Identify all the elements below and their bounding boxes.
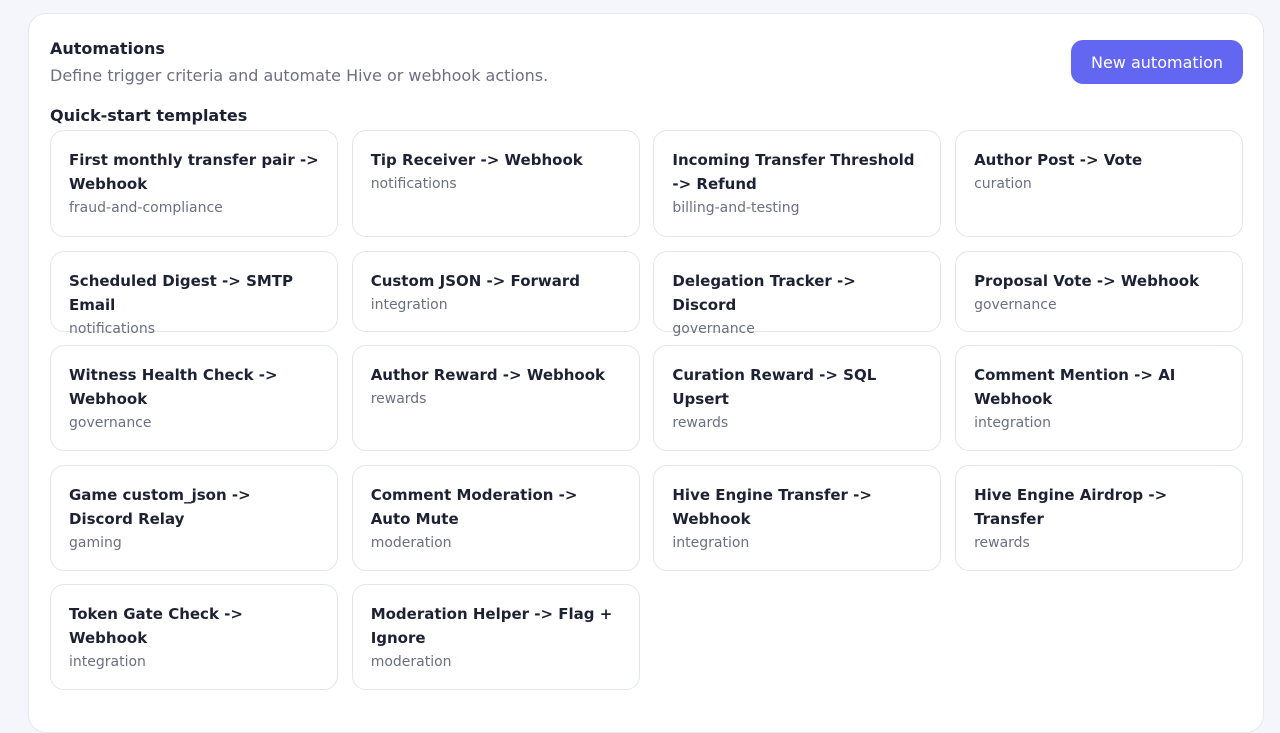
template-card-category: governance (672, 320, 755, 337)
template-card[interactable]: Delegation Tracker -> Discord governance (653, 250, 942, 337)
template-card-title: Custom JSON -> Forward (370, 271, 581, 290)
template-card-title: Comment Moderation -> Auto Mute (370, 485, 578, 528)
template-card[interactable]: Hive Engine Airdrop -> Transfer rewards (955, 464, 1244, 571)
template-card-title: Witness Health Check -> Webhook (69, 366, 278, 408)
new-automation-button[interactable]: New automation (1071, 40, 1243, 84)
template-card-category: fraud-and-compliance (69, 200, 223, 216)
template-card-title: Author Post -> Vote (974, 151, 1143, 169)
template-card-title: Hive Engine Airdrop -> Transfer (974, 485, 1168, 528)
template-card-title: Token Gate Check -> Webhook (69, 605, 243, 647)
template-card[interactable]: Token Gate Check -> Webhook integration (50, 584, 338, 690)
template-card-category: curation (974, 176, 1032, 192)
template-card-category: governance (974, 296, 1057, 313)
template-card[interactable]: First monthly transfer pair -> Webhook fr… (50, 130, 338, 237)
template-card-category: rewards (672, 415, 729, 431)
template-card[interactable]: Incoming Transfer Threshold -> Refund bil… (653, 130, 942, 237)
template-card-title: First monthly transfer pair -> Webhook (69, 151, 319, 193)
template-card-category: notifications (370, 176, 457, 192)
template-card-category: governance (69, 415, 152, 431)
templates-grid: First monthly transfer pair -> Webhook fr… (50, 130, 1244, 690)
template-card-category: integration (672, 534, 750, 551)
automations-panel: Automations Define trigger criteria and … (28, 13, 1264, 733)
template-card-title: Author Reward -> Webhook (370, 366, 606, 384)
template-card-category: integration (370, 296, 448, 313)
template-card[interactable]: Author Reward -> Webhook rewards (351, 345, 640, 451)
template-card[interactable]: Game custom_json -> Discord Relay gaming (50, 464, 338, 571)
template-card-title: Moderation Helper -> Flag + Ignore (370, 605, 613, 647)
template-card-category: integration (69, 654, 146, 670)
template-card[interactable]: Curation Reward -> SQL Upsert rewards (653, 345, 942, 451)
templates-section-title: Quick-start templates (50, 106, 248, 125)
template-card-category: moderation (370, 654, 452, 670)
template-card-title: Curation Reward -> SQL Upsert (672, 366, 877, 408)
template-card[interactable]: Witness Health Check -> Webhook governanc… (50, 345, 338, 451)
template-card-category: rewards (370, 391, 427, 407)
template-card-category: gaming (69, 534, 122, 551)
template-card-title: Hive Engine Transfer -> Webhook (672, 485, 872, 528)
template-card-category: notifications (69, 320, 156, 337)
template-card-title: Delegation Tracker -> Discord (672, 271, 856, 314)
template-card-category: billing-and-testing (672, 200, 800, 216)
template-card-category: rewards (974, 534, 1030, 551)
template-card[interactable]: Tip Receiver -> Webhook notifications (351, 130, 640, 237)
template-card-title: Proposal Vote -> Webhook (974, 271, 1200, 290)
template-card[interactable]: Scheduled Digest -> SMTP Email notificati… (50, 250, 338, 337)
template-card[interactable]: Moderation Helper -> Flag + Ignore modera… (351, 584, 640, 690)
template-card-category: moderation (370, 534, 452, 551)
template-card-title: Tip Receiver -> Webhook (370, 151, 583, 169)
template-card[interactable]: Proposal Vote -> Webhook governance (955, 250, 1244, 332)
template-card[interactable]: Comment Moderation -> Auto Mute moderatio… (351, 464, 640, 571)
page-title: Automations (50, 39, 165, 58)
template-card-title: Comment Mention -> AI Webhook (974, 366, 1176, 408)
template-card-title: Scheduled Digest -> SMTP Email (69, 271, 294, 314)
template-card-category: integration (974, 415, 1051, 431)
page-subtitle: Define trigger criteria and automate Hiv… (50, 66, 549, 85)
template-card-title: Incoming Transfer Threshold -> Refund (672, 151, 915, 193)
template-card[interactable]: Custom JSON -> Forward integration (351, 250, 640, 332)
panel-header: Automations Define trigger criteria and … (50, 39, 1243, 99)
template-card[interactable]: Hive Engine Transfer -> Webhook integrati… (653, 464, 942, 571)
template-card-title: Game custom_json -> Discord Relay (69, 485, 251, 528)
template-card[interactable]: Comment Mention -> AI Webhook integration (955, 345, 1244, 451)
template-card[interactable]: Author Post -> Vote curation (955, 130, 1244, 237)
